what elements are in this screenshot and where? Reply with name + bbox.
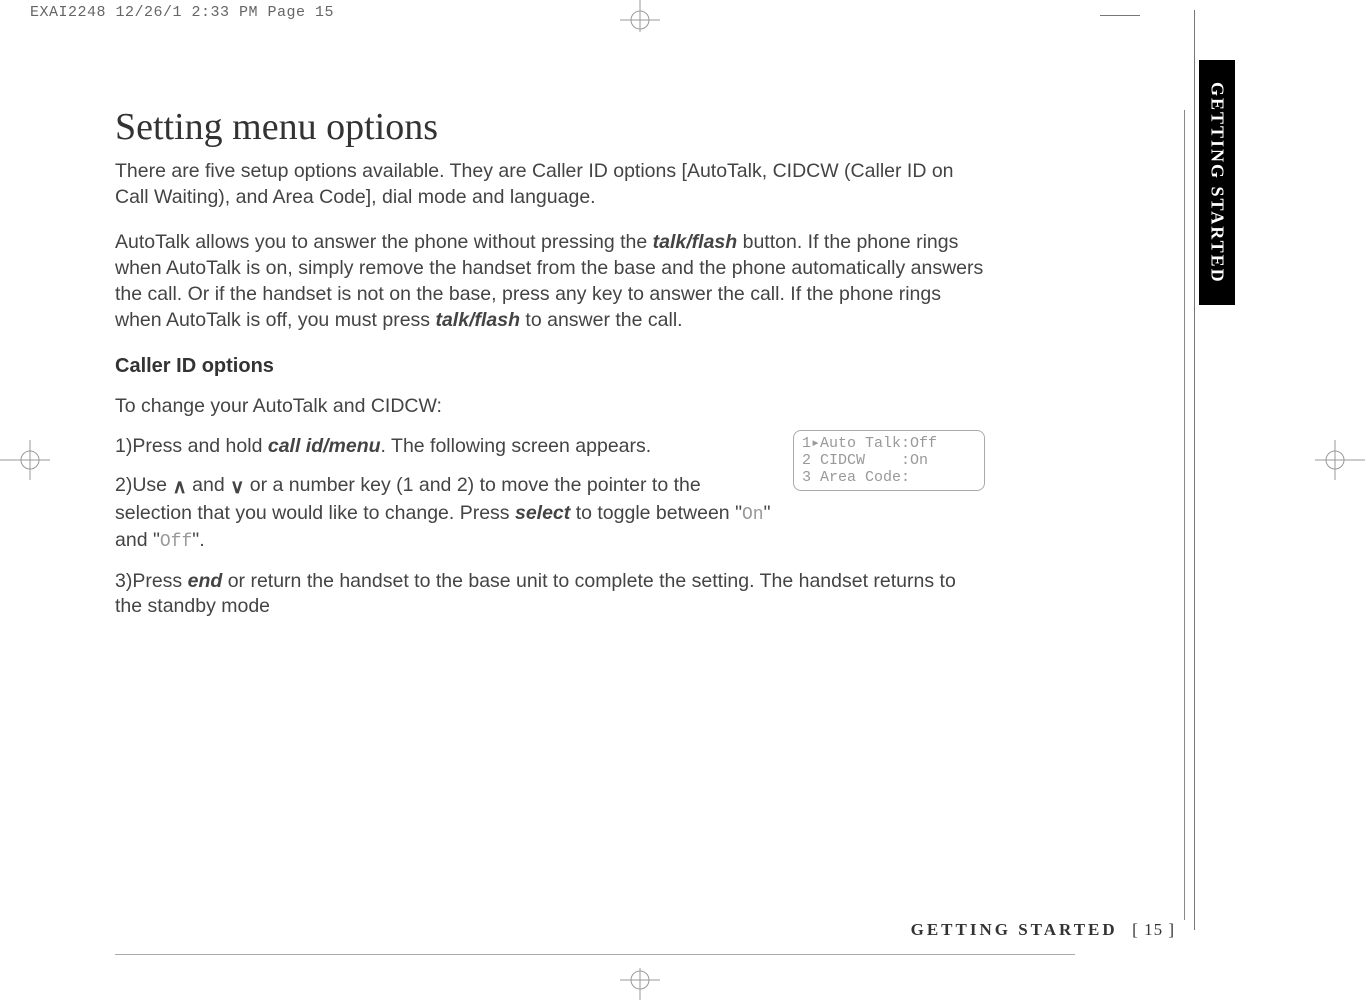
page-footer: GETTING STARTED [ 15 ]	[911, 920, 1175, 940]
intro-paragraph: There are five setup options available. …	[115, 159, 985, 210]
text-fragment: AutoTalk allows you to answer the phone …	[115, 231, 653, 253]
text-fragment: or return the handset to the base unit t…	[115, 570, 956, 618]
text-fragment: 2)Use	[115, 474, 172, 496]
lcd-off-text: Off	[160, 532, 192, 552]
column-rule	[1184, 110, 1185, 920]
registration-mark-left	[0, 430, 50, 490]
text-fragment: to toggle between "	[570, 502, 742, 524]
crop-hairline-bottom	[115, 954, 1075, 955]
text-fragment: . The following screen appears.	[381, 435, 652, 457]
talk-flash-button-ref: talk/flash	[653, 231, 738, 253]
registration-mark-right	[1315, 430, 1365, 490]
crop-hairline-right	[1194, 10, 1195, 930]
footer-section-label: GETTING STARTED	[911, 920, 1118, 939]
end-button-ref: end	[188, 570, 223, 592]
step-2: 2)Use ∧ and ∨ or a number key (1 and 2) …	[115, 473, 781, 554]
page-title: Setting menu options	[115, 105, 985, 149]
lcd-line-3: 3 Area Code:	[802, 469, 910, 486]
text-fragment: to answer the call.	[520, 309, 683, 331]
page-content: Setting menu options There are five setu…	[115, 105, 985, 634]
registration-mark-top	[610, 0, 670, 32]
text-fragment: ".	[192, 529, 204, 551]
caller-id-subhead: Caller ID options	[115, 353, 985, 379]
lcd-line-2: 2 CIDCW :On	[802, 452, 928, 469]
down-arrow-icon: ∨	[230, 475, 244, 501]
crop-hairline-top	[1100, 15, 1140, 16]
page-number: [ 15 ]	[1132, 920, 1175, 939]
section-side-tab: GETTING STARTED	[1199, 60, 1235, 305]
text-fragment: and	[187, 474, 230, 496]
lead-sentence: To change your AutoTalk and CIDCW:	[115, 394, 985, 420]
talk-flash-button-ref: talk/flash	[435, 309, 520, 331]
step-3: 3)Press end or return the handset to the…	[115, 569, 985, 620]
step-1: 1)Press and hold call id/menu. The follo…	[115, 434, 781, 460]
text-fragment: 3)Press	[115, 570, 188, 592]
select-button-ref: select	[515, 502, 570, 524]
call-id-menu-button-ref: call id/menu	[268, 435, 381, 457]
lcd-screen-illustration: 1▸Auto Talk:Off 2 CIDCW :On 3 Area Code:	[793, 430, 985, 492]
lcd-line-1: 1▸Auto Talk:Off	[802, 435, 937, 452]
autotalk-description: AutoTalk allows you to answer the phone …	[115, 230, 985, 333]
lcd-on-text: On	[742, 505, 764, 525]
text-fragment: 1)Press and hold	[115, 435, 268, 457]
up-arrow-icon: ∧	[172, 475, 186, 501]
print-slug-header: EXAI2248 12/26/1 2:33 PM Page 15	[30, 4, 334, 21]
registration-mark-bottom	[610, 968, 670, 1000]
